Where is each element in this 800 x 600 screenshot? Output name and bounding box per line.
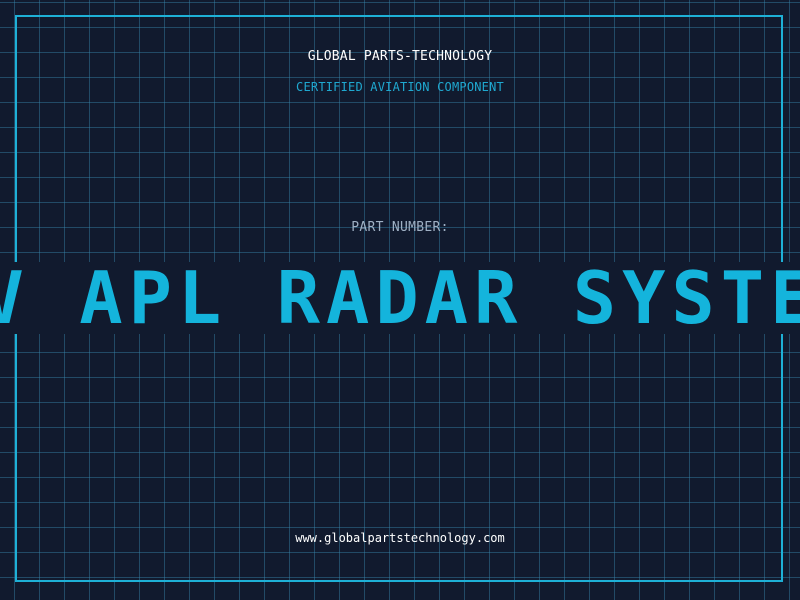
component-tagline: CERTIFIED AVIATION COMPONENT xyxy=(296,80,504,94)
part-name: HV APL RADAR SYSTEM xyxy=(0,262,800,334)
company-name: GLOBAL PARTS-TECHNOLOGY xyxy=(307,49,493,64)
part-number-label: PART NUMBER: xyxy=(351,220,449,235)
part-name-band: HV APL RADAR SYSTEM xyxy=(0,262,800,334)
certificate-screen: GLOBAL PARTS-TECHNOLOGY CERTIFIED AVIATI… xyxy=(0,0,800,600)
website-url: www.globalpartstechnology.com xyxy=(295,531,505,545)
